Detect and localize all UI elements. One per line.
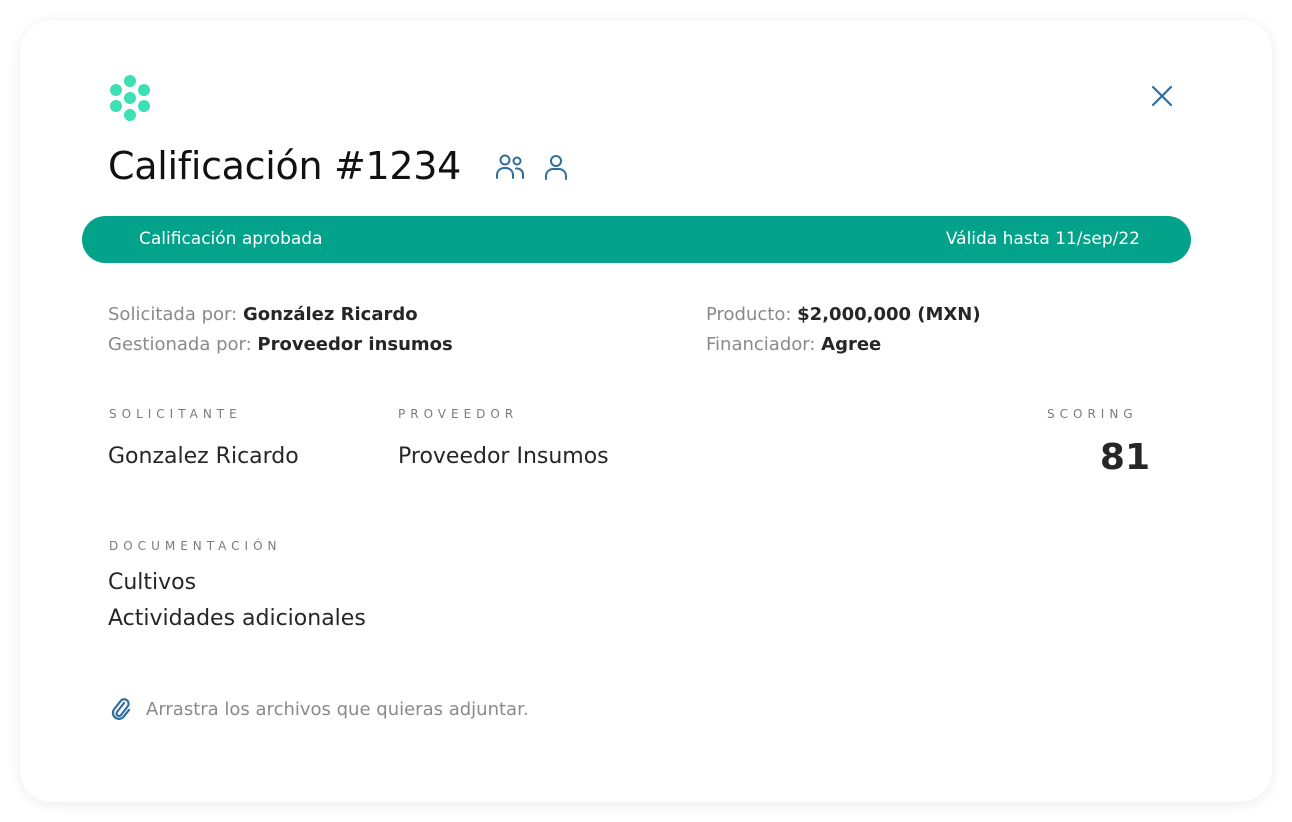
attachment-hint: Arrastra los archivos que quieras adjunt… (146, 698, 529, 720)
title-actions (494, 150, 572, 184)
status-banner: Calificación aprobada Válida hasta 11/se… (82, 216, 1191, 263)
product-label: Producto: (706, 304, 792, 325)
financer-label: Financiador: (706, 334, 816, 355)
provider-value: Proveedor Insumos (398, 444, 609, 469)
users-icon[interactable] (494, 151, 526, 183)
provider-label: Proveedor (398, 407, 519, 421)
rating-card: Calificación #1234 Calificación aprobada… (20, 20, 1272, 802)
paperclip-icon (111, 698, 131, 720)
scoring-value: 81 (1099, 437, 1150, 478)
managed-by-label: Gestionada por: (108, 334, 252, 355)
page-title: Calificación #1234 (108, 144, 462, 188)
requested-by: Solicitada por: González Ricardo (108, 302, 418, 328)
requested-by-label: Solicitada por: (108, 304, 238, 325)
doc-item-cultivos[interactable]: Cultivos (108, 568, 196, 598)
managed-by-value: Proveedor insumos (257, 334, 453, 355)
doc-item-actividades[interactable]: Actividades adicionales (108, 604, 366, 634)
applicant-label: Solicitante (109, 407, 242, 421)
applicant-value: Gonzalez Ricardo (108, 444, 299, 469)
product: Producto: $2,000,000 (MXN) (706, 302, 981, 328)
managed-by: Gestionada por: Proveedor insumos (108, 332, 453, 358)
user-icon[interactable] (540, 151, 572, 183)
logo-icon (110, 75, 150, 121)
financer-value: Agree (821, 334, 882, 355)
status-validity: Válida hasta 11/sep/22 (945, 229, 1140, 249)
financer: Financiador: Agree (706, 332, 881, 358)
scoring-label: Scoring (1047, 407, 1138, 421)
documentation-label: Documentación (109, 539, 282, 553)
product-value: $2,000,000 (MXN) (797, 304, 981, 325)
close-icon[interactable] (1146, 80, 1178, 112)
attachment-dropzone[interactable]: Arrastra los archivos que quieras adjunt… (110, 694, 529, 724)
requested-by-value: González Ricardo (242, 304, 418, 325)
status-label: Calificación aprobada (139, 229, 323, 249)
